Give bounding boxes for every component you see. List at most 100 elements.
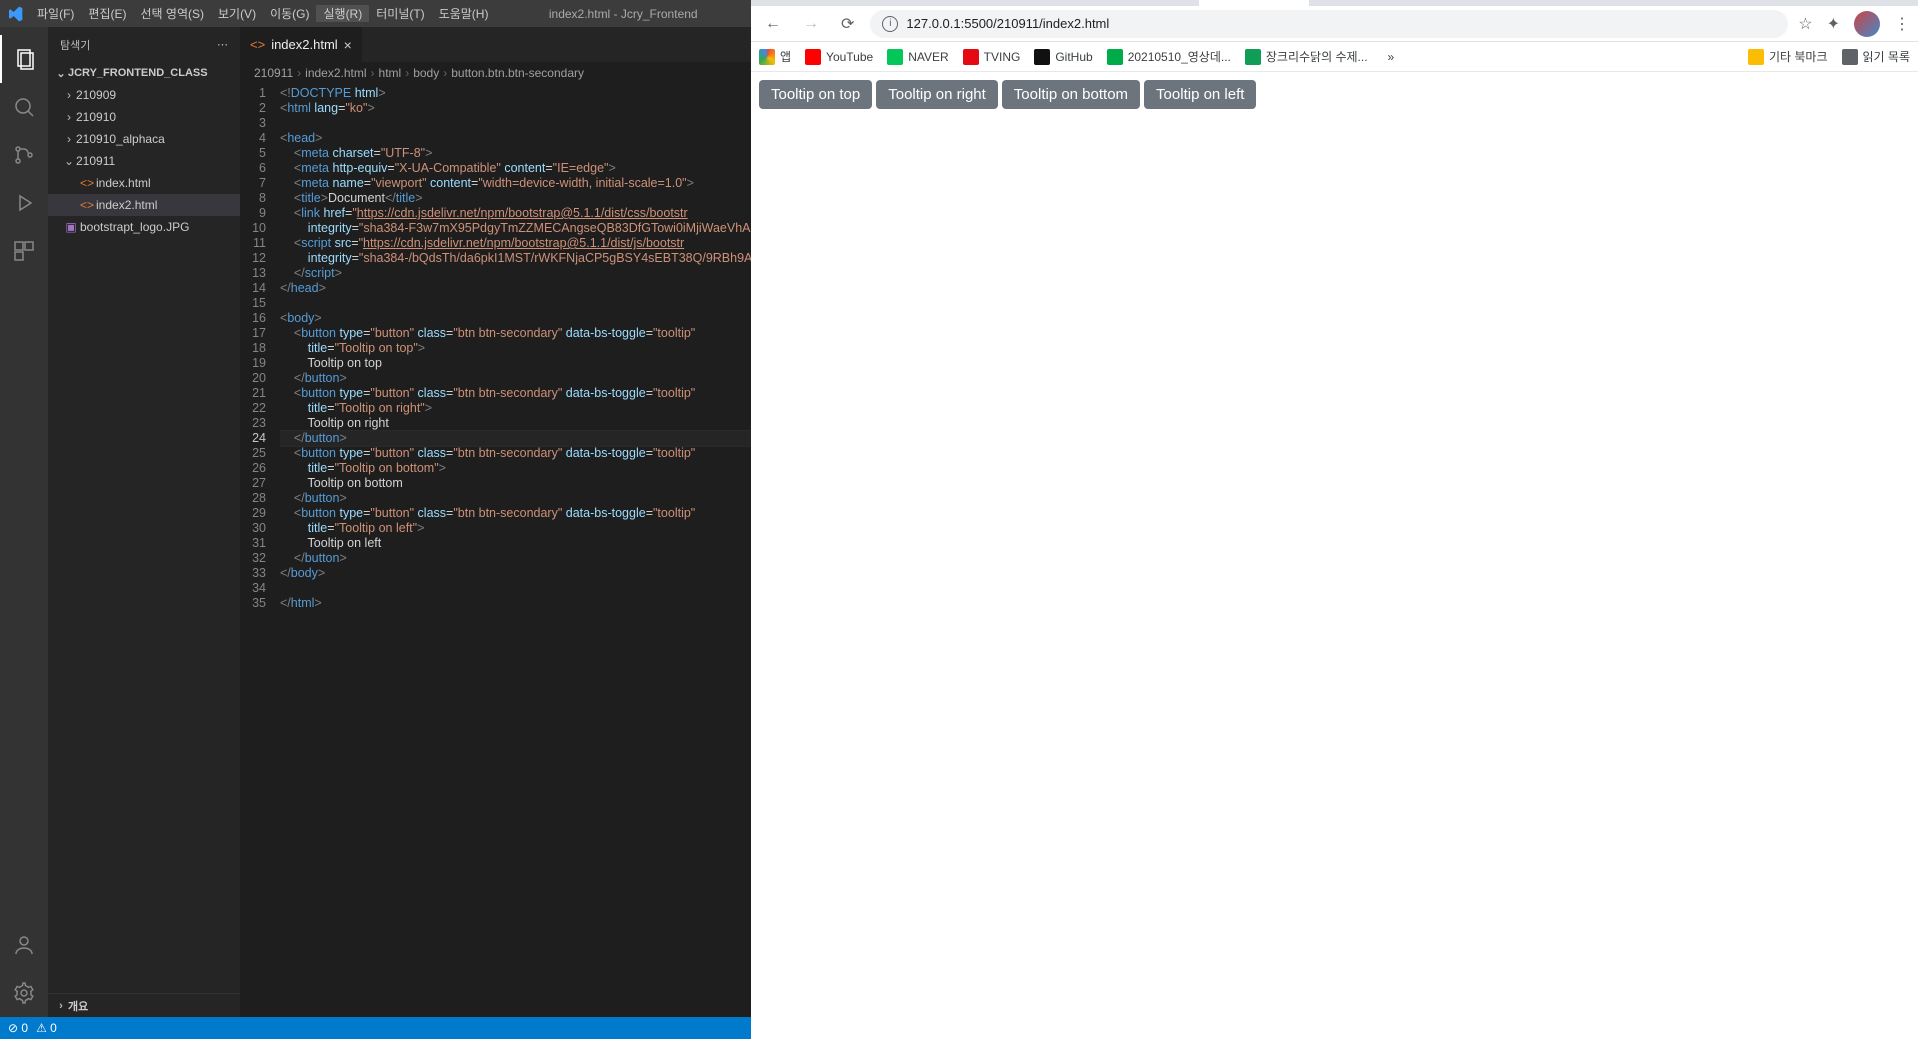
bookmark-item[interactable]: 기타 북마크 bbox=[1748, 48, 1828, 65]
menu-item[interactable]: 이동(G) bbox=[263, 5, 316, 22]
menu-item[interactable]: 편집(E) bbox=[81, 5, 133, 22]
chevron-right-icon: › bbox=[62, 132, 76, 146]
menu-item[interactable]: 파일(F) bbox=[30, 5, 81, 22]
breadcrumb-item[interactable]: body bbox=[413, 66, 439, 80]
editor-area: <> index2.html × 210911 › index2.html › html… bbox=[240, 27, 751, 1017]
window-controls: — ▢ ✕ bbox=[1780, 0, 1918, 6]
bookmark-item[interactable]: 장크리수닭의 수제... bbox=[1245, 48, 1368, 65]
bookmark-item[interactable]: YouTube bbox=[805, 48, 873, 65]
bookmark-item[interactable]: TVING bbox=[963, 48, 1021, 65]
chevron-right-icon: › bbox=[62, 110, 76, 124]
explorer-sidebar: 탐색기 ⋯ ⌄ JCRY_FRONTEND_CLASS ›210909›2109… bbox=[48, 27, 240, 1017]
breadcrumb-item[interactable]: 210911 bbox=[254, 66, 293, 80]
image-file-icon: ▣ bbox=[62, 220, 80, 234]
tooltip-button[interactable]: Tooltip on right bbox=[876, 80, 998, 109]
warnings-count[interactable]: ⚠ 0 bbox=[36, 1021, 57, 1035]
bookmark-favicon-icon bbox=[805, 49, 821, 65]
outline-section[interactable]: › 개요 bbox=[48, 993, 240, 1017]
html-file-icon: <> bbox=[78, 198, 96, 212]
chevron-right-icon: › bbox=[54, 1000, 68, 1012]
bookmarks-overflow-icon[interactable]: » bbox=[1388, 50, 1395, 64]
browser-tab[interactable]: 패스트캠퍼스× bbox=[869, 0, 979, 6]
editor-tabs: <> index2.html × bbox=[240, 27, 751, 62]
chevron-down-icon: ⌄ bbox=[62, 154, 76, 168]
search-icon[interactable] bbox=[0, 83, 48, 131]
close-window-icon[interactable]: ✕ bbox=[1872, 0, 1918, 6]
file-item[interactable]: <>index.html bbox=[48, 172, 240, 194]
bookmark-favicon-icon bbox=[1034, 49, 1050, 65]
chevron-right-icon: › bbox=[297, 66, 301, 80]
profile-avatar[interactable] bbox=[1854, 11, 1880, 37]
chevron-right-icon: › bbox=[371, 66, 375, 80]
source-control-icon[interactable] bbox=[0, 131, 48, 179]
chrome-tab-strip: 오딘: 발할라×패스트캠퍼스×Tooltips · Bo×마이페이지 |×Doc… bbox=[751, 0, 1918, 6]
chrome-menu-icon[interactable]: ⋮ bbox=[1894, 14, 1910, 34]
minimize-icon[interactable]: — bbox=[1780, 0, 1826, 6]
sidebar-header: 탐색기 ⋯ bbox=[48, 27, 240, 62]
breadcrumb-item[interactable]: index2.html bbox=[305, 66, 366, 80]
settings-icon[interactable] bbox=[0, 969, 48, 1017]
sidebar-title: 탐색기 bbox=[60, 37, 90, 53]
more-icon[interactable]: ⋯ bbox=[217, 38, 228, 51]
bookmark-favicon-icon bbox=[887, 49, 903, 65]
account-icon[interactable] bbox=[0, 921, 48, 969]
chevron-right-icon: › bbox=[443, 66, 447, 80]
menu-item[interactable]: 보기(V) bbox=[211, 5, 263, 22]
tooltip-button[interactable]: Tooltip on left bbox=[1144, 80, 1256, 109]
project-root[interactable]: ⌄ JCRY_FRONTEND_CLASS bbox=[48, 62, 240, 84]
breadcrumb-item[interactable]: button.btn.btn-secondary bbox=[451, 66, 584, 80]
folder-item[interactable]: ›210909 bbox=[48, 84, 240, 106]
menu-item[interactable]: 선택 영역(S) bbox=[133, 5, 211, 22]
browser-tab[interactable]: Document× bbox=[1199, 0, 1309, 6]
vscode-window: 파일(F)편집(E)선택 영역(S)보기(V)이동(G)실행(R)터미널(T)도… bbox=[0, 0, 751, 1039]
browser-tab[interactable]: 오딘: 발할라× bbox=[759, 0, 869, 6]
folder-item[interactable]: ⌄210911 bbox=[48, 150, 240, 172]
star-icon[interactable]: ☆ bbox=[1798, 14, 1812, 34]
apps-icon[interactable]: 앱 bbox=[759, 48, 791, 65]
breadcrumb-item[interactable]: html bbox=[379, 66, 402, 80]
extensions-puzzle-icon[interactable]: ✦ bbox=[1827, 14, 1840, 34]
browser-tab[interactable]: 마이페이지 |× bbox=[1089, 0, 1199, 6]
forward-icon[interactable]: → bbox=[797, 15, 825, 33]
bookmarks-bar: 앱 YouTube NAVER TVING GitHub 20210510_영상데...… bbox=[751, 42, 1918, 72]
bookmark-item[interactable]: 읽기 목록 bbox=[1842, 48, 1911, 65]
tooltip-button[interactable]: Tooltip on top bbox=[759, 80, 872, 109]
bookmark-favicon-icon bbox=[1842, 49, 1858, 65]
file-item[interactable]: ▣bootstrapt_logo.JPG bbox=[48, 216, 240, 238]
chevron-right-icon: › bbox=[62, 88, 76, 102]
url-text: 127.0.0.1:5500/210911/index2.html bbox=[906, 16, 1109, 31]
file-tree: ›210909›210910›210910_alphaca⌄210911<>in… bbox=[48, 84, 240, 238]
address-bar[interactable]: i 127.0.0.1:5500/210911/index2.html bbox=[870, 10, 1788, 38]
code-editor[interactable]: 1234567891011121314151617181920212223242… bbox=[240, 84, 751, 1017]
menu-item[interactable]: 도움말(H) bbox=[432, 5, 496, 22]
tooltip-button[interactable]: Tooltip on bottom bbox=[1002, 80, 1140, 109]
menu-item[interactable]: 터미널(T) bbox=[369, 5, 431, 22]
new-tab-button[interactable]: + bbox=[1309, 0, 1337, 6]
page-content: Tooltip on topTooltip on rightTooltip on… bbox=[751, 72, 1918, 1039]
activity-bar bbox=[0, 27, 48, 1017]
file-item[interactable]: <>index2.html bbox=[48, 194, 240, 216]
errors-count[interactable]: ⊘ 0 bbox=[8, 1021, 28, 1035]
bookmark-item[interactable]: 20210510_영상데... bbox=[1107, 48, 1231, 65]
bookmark-favicon-icon bbox=[1748, 49, 1764, 65]
bookmark-item[interactable]: GitHub bbox=[1034, 48, 1092, 65]
folder-item[interactable]: ›210910 bbox=[48, 106, 240, 128]
browser-tab[interactable]: Tooltips · Bo× bbox=[979, 0, 1089, 6]
maximize-icon[interactable]: ▢ bbox=[1826, 0, 1872, 6]
menu-item[interactable]: 실행(R) bbox=[316, 5, 369, 22]
vscode-logo-icon bbox=[0, 6, 30, 22]
extensions-icon[interactable] bbox=[0, 227, 48, 275]
breadcrumb[interactable]: 210911›index2.html›html›body›button.btn.… bbox=[240, 62, 751, 84]
site-info-icon[interactable]: i bbox=[882, 16, 898, 32]
reload-icon[interactable]: ⟳ bbox=[835, 14, 860, 34]
folder-item[interactable]: ›210910_alphaca bbox=[48, 128, 240, 150]
close-icon[interactable]: × bbox=[344, 37, 352, 53]
html-file-icon: <> bbox=[250, 37, 265, 52]
debug-icon[interactable] bbox=[0, 179, 48, 227]
status-bar: ⊘ 0 ⚠ 0 bbox=[0, 1017, 751, 1039]
vscode-titlebar: 파일(F)편집(E)선택 영역(S)보기(V)이동(G)실행(R)터미널(T)도… bbox=[0, 0, 751, 27]
bookmark-item[interactable]: NAVER bbox=[887, 48, 948, 65]
explorer-icon[interactable] bbox=[0, 35, 48, 83]
editor-tab[interactable]: <> index2.html × bbox=[240, 27, 363, 62]
back-icon[interactable]: ← bbox=[759, 15, 787, 33]
